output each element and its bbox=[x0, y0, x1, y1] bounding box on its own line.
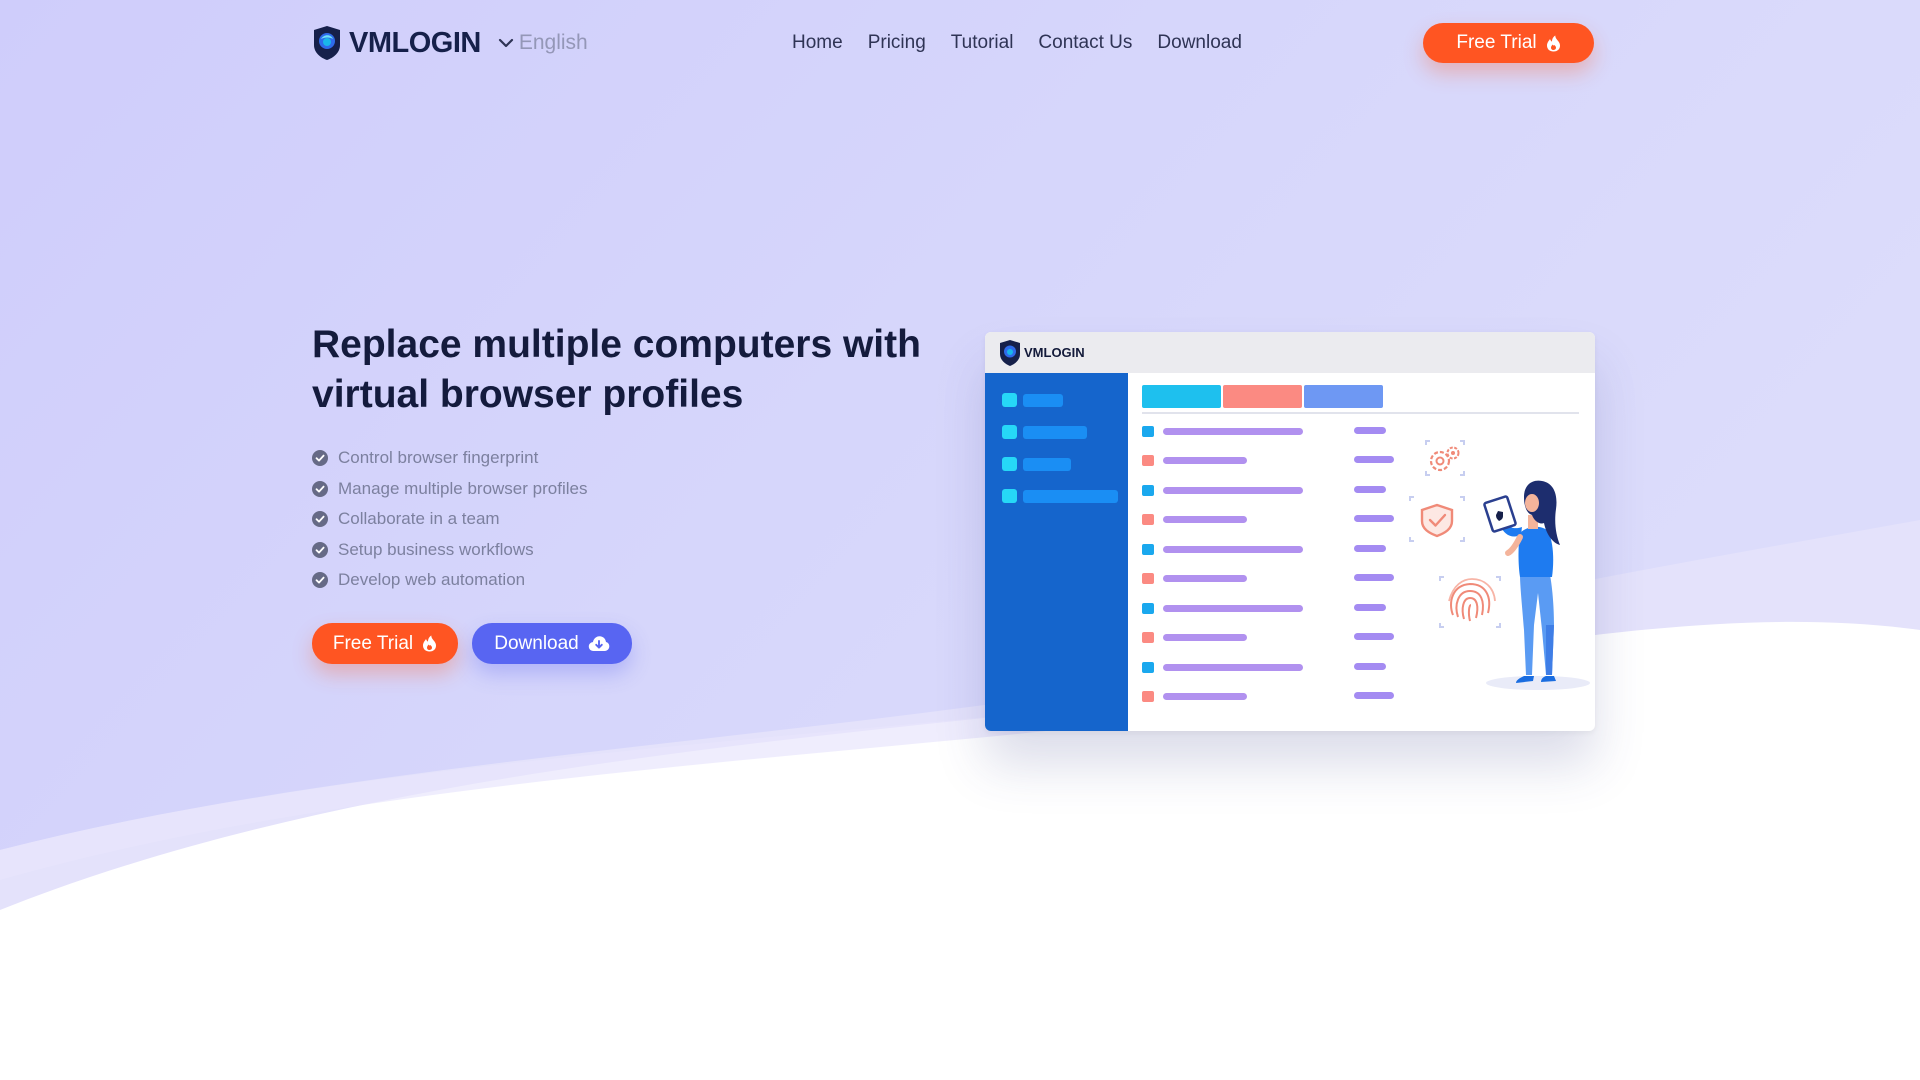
fingerprint-icon bbox=[1439, 576, 1501, 628]
feature-item: Collaborate in a team bbox=[312, 504, 587, 535]
shield-logo-icon bbox=[1000, 339, 1020, 366]
feature-list: Control browser fingerprint Manage multi… bbox=[312, 443, 587, 596]
app-mockup: VMLOGIN bbox=[985, 332, 1595, 731]
mockup-tab bbox=[1304, 385, 1383, 408]
brand-name: VMLOGIN bbox=[349, 26, 481, 59]
hero-title: Replace multiple computers with virtual … bbox=[312, 323, 921, 416]
check-circle-icon bbox=[312, 541, 328, 558]
feature-text: Control browser fingerprint bbox=[338, 448, 539, 468]
shield-check-icon bbox=[1409, 496, 1465, 542]
mockup-tabs bbox=[1142, 385, 1385, 408]
mockup-sidebar bbox=[985, 373, 1128, 731]
check-circle-icon bbox=[312, 450, 328, 467]
mockup-titlebar: VMLOGIN bbox=[985, 332, 1595, 373]
nav-download[interactable]: Download bbox=[1157, 32, 1242, 54]
feature-text: Manage multiple browser profiles bbox=[338, 478, 588, 498]
language-label: English bbox=[518, 31, 588, 54]
nav-tutorial[interactable]: Tutorial bbox=[951, 32, 1014, 54]
check-circle-icon bbox=[312, 511, 328, 528]
feature-item: Develop web automation bbox=[312, 565, 587, 596]
nav-contact-us[interactable]: Contact Us bbox=[1038, 32, 1132, 54]
hero-actions: Free Trial Download bbox=[312, 623, 632, 664]
check-circle-icon bbox=[312, 480, 328, 497]
sidebar-placeholder-item bbox=[1002, 425, 1087, 439]
mockup-divider bbox=[1142, 412, 1579, 414]
hero-free-trial-label: Free Trial bbox=[332, 632, 414, 654]
woman-with-tablet bbox=[1483, 480, 1590, 690]
feature-item: Setup business workflows bbox=[312, 535, 587, 566]
landing-page: VMLOGIN English Home Pricing Tutorial Co… bbox=[0, 0, 1920, 1080]
language-selector[interactable]: English bbox=[497, 31, 588, 55]
chevron-down-icon bbox=[498, 38, 513, 48]
header-free-trial-button[interactable]: Free Trial bbox=[1423, 23, 1594, 63]
feature-text: Collaborate in a team bbox=[338, 509, 500, 529]
mockup-row bbox=[1142, 543, 1386, 555]
flame-icon bbox=[1546, 35, 1560, 51]
mockup-row bbox=[1142, 513, 1394, 525]
mockup-content bbox=[1128, 373, 1595, 731]
mockup-brand: VMLOGIN bbox=[1024, 345, 1085, 360]
flame-icon bbox=[423, 635, 437, 652]
mockup-row bbox=[1142, 631, 1394, 643]
hero-download-button[interactable]: Download bbox=[472, 623, 632, 664]
mockup-row bbox=[1142, 690, 1394, 702]
main-nav: Home Pricing Tutorial Contact Us Downloa… bbox=[792, 20, 1267, 66]
mockup-row bbox=[1142, 572, 1394, 584]
security-illustration bbox=[1409, 440, 1590, 690]
mockup-tab bbox=[1223, 385, 1302, 408]
brand[interactable]: VMLOGIN bbox=[312, 25, 481, 61]
header-free-trial-label: Free Trial bbox=[1456, 32, 1537, 53]
feature-text: Develop web automation bbox=[338, 570, 526, 590]
mockup-row bbox=[1142, 602, 1386, 614]
nav-home[interactable]: Home bbox=[792, 32, 843, 54]
sidebar-placeholder-item bbox=[1002, 393, 1063, 407]
hero-download-label: Download bbox=[494, 632, 579, 654]
hero-free-trial-button[interactable]: Free Trial bbox=[312, 623, 458, 664]
mockup-row bbox=[1142, 454, 1394, 466]
sidebar-placeholder-item bbox=[1002, 457, 1071, 471]
mockup-tab bbox=[1142, 385, 1221, 408]
mockup-row bbox=[1142, 484, 1386, 496]
cloud-download-icon bbox=[588, 636, 610, 651]
mockup-row bbox=[1142, 425, 1386, 437]
feature-text: Setup business workflows bbox=[338, 539, 534, 559]
sidebar-placeholder-item bbox=[1002, 489, 1118, 503]
feature-item: Manage multiple browser profiles bbox=[312, 474, 587, 505]
shield-logo-icon bbox=[314, 26, 340, 60]
nav-pricing[interactable]: Pricing bbox=[868, 32, 926, 54]
check-circle-icon bbox=[312, 572, 328, 589]
mockup-row bbox=[1142, 661, 1386, 673]
top-nav-bar: VMLOGIN English Home Pricing Tutorial Co… bbox=[312, 20, 1594, 66]
feature-item: Control browser fingerprint bbox=[312, 443, 587, 474]
gear-icon bbox=[1425, 440, 1465, 476]
